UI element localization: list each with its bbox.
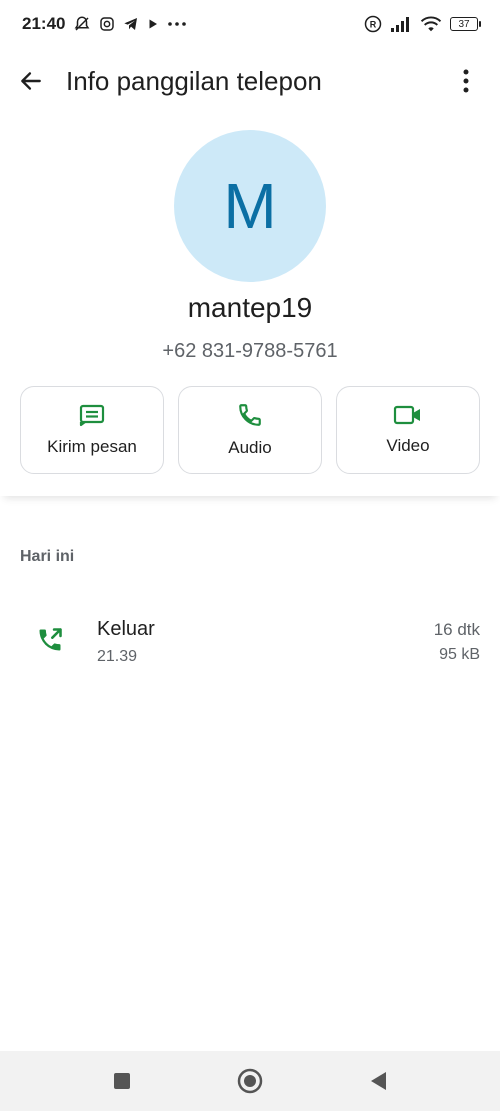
battery-icon: 37 <box>450 17 481 31</box>
outgoing-call-icon <box>36 626 64 659</box>
audio-call-button[interactable]: Audio <box>178 386 322 474</box>
play-icon <box>147 18 159 30</box>
avatar: M <box>174 130 326 282</box>
status-left: 21:40 <box>22 14 187 34</box>
home-button[interactable] <box>230 1061 270 1101</box>
message-icon <box>79 404 105 427</box>
action-label-video: Video <box>386 436 430 455</box>
home-circle-icon <box>237 1068 263 1094</box>
more-options-button[interactable] <box>446 61 486 101</box>
more-dots-icon <box>167 21 187 27</box>
action-buttons: Kirim pesan Audio Video <box>20 386 480 474</box>
wifi-icon <box>420 15 442 33</box>
svg-text:R: R <box>370 19 377 29</box>
instagram-icon <box>99 16 115 32</box>
video-icon <box>393 405 420 425</box>
app-bar: Info panggilan telepon <box>0 48 500 114</box>
action-label-message: Kirim pesan <box>47 437 137 456</box>
more-vertical-icon <box>463 69 469 93</box>
system-nav-bar <box>0 1051 500 1111</box>
send-message-button[interactable]: Kirim pesan <box>20 386 164 474</box>
phone-icon <box>239 404 261 426</box>
status-bar: 21:40 R 37 <box>0 0 500 48</box>
contact-name: mantep19 <box>187 292 313 323</box>
video-call-button[interactable]: Video <box>336 386 480 474</box>
avatar-initial: M <box>223 170 277 242</box>
contact-number: +62 831-9788-5761 <box>162 340 338 362</box>
arrow-left-icon <box>21 72 41 90</box>
call-time: 21.39 <box>97 648 138 665</box>
page-title: Info panggilan telepon <box>66 65 322 96</box>
history-section-label: Hari ini <box>20 548 75 565</box>
signal-icon <box>390 16 412 32</box>
contact-header: M mantep19 +62 831-9788-5761 Kirim pesan… <box>0 114 500 496</box>
back-triangle-icon <box>371 1072 386 1090</box>
call-history-item[interactable]: Keluar 21.39 16 dtk 95 kB <box>0 600 500 680</box>
call-data-size: 95 kB <box>439 646 480 663</box>
call-duration: 16 dtk <box>433 620 480 639</box>
registered-icon: R <box>364 15 382 33</box>
status-time: 21:40 <box>22 14 66 33</box>
muted-notification-icon <box>73 15 91 33</box>
status-right: R 37 <box>364 15 481 33</box>
action-label-audio: Audio <box>228 438 272 457</box>
telegram-icon <box>123 16 139 32</box>
back-button[interactable] <box>0 48 62 114</box>
recents-square-icon <box>114 1073 130 1089</box>
back-nav-button[interactable] <box>358 1061 398 1101</box>
call-type: Keluar <box>97 618 155 640</box>
recents-button[interactable] <box>102 1061 142 1101</box>
